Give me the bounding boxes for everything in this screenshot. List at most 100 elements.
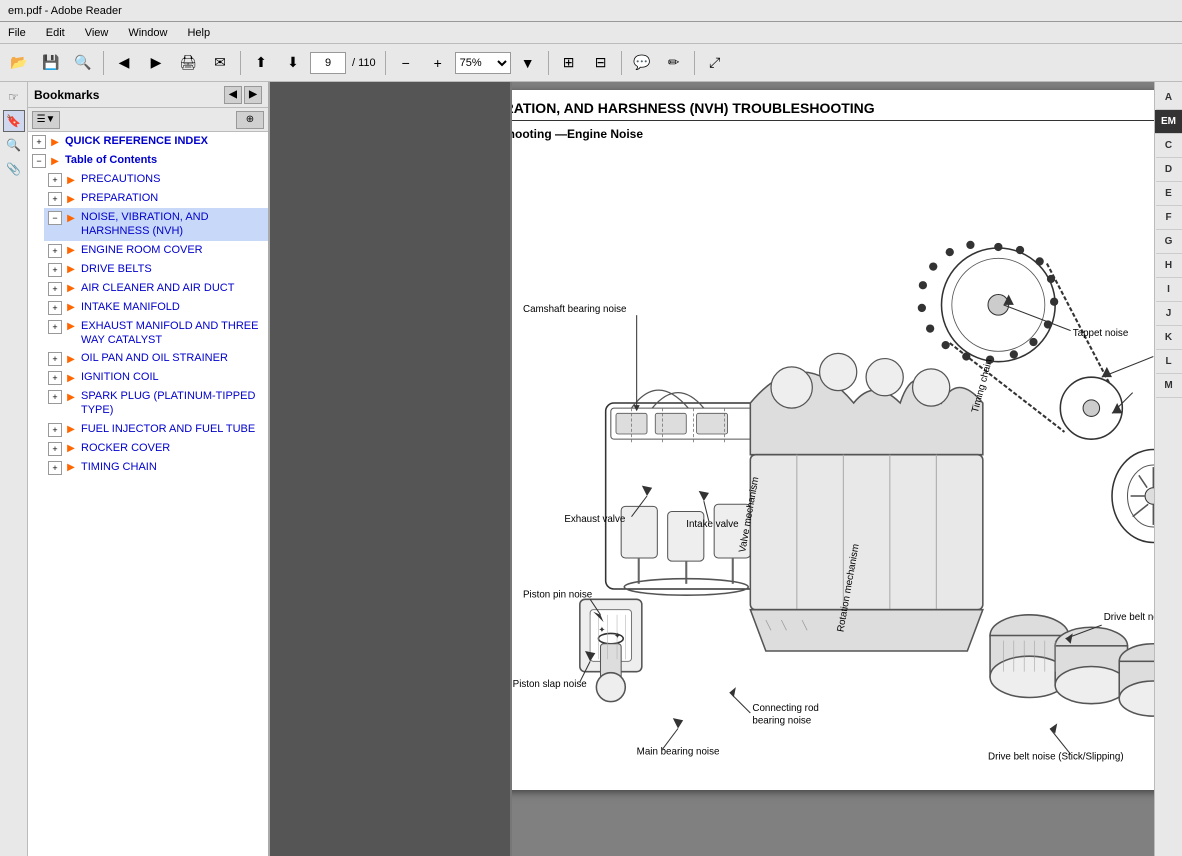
- email-button[interactable]: ✉: [205, 49, 235, 77]
- fit-page-button[interactable]: ⊞: [554, 49, 584, 77]
- bm-expand-exhaust[interactable]: +: [48, 320, 62, 334]
- bm-drive-belts[interactable]: + ▶ DRIVE BELTS: [44, 260, 268, 279]
- bm-expand-drive-belts[interactable]: +: [48, 263, 62, 277]
- tab-e[interactable]: E: [1156, 182, 1182, 206]
- bookmark-tool[interactable]: 🔖: [3, 110, 25, 132]
- zoom-dropdown-button[interactable]: ▼: [513, 49, 543, 77]
- save-button[interactable]: 💾: [36, 49, 66, 77]
- bm-label-intake: INTAKE MANIFOLD: [81, 300, 180, 314]
- bookmark-expand-button[interactable]: ⊕: [236, 111, 264, 129]
- bm-label-quick-ref: QUICK REFERENCE INDEX: [65, 134, 208, 148]
- bm-expand-intake[interactable]: +: [48, 301, 62, 315]
- open-button[interactable]: 📂: [4, 49, 34, 77]
- bm-air-cleaner[interactable]: + ▶ AIR CLEANER AND AIR DUCT: [44, 279, 268, 298]
- bm-label-oil-pan: OIL PAN AND OIL STRAINER: [81, 351, 228, 365]
- tab-a[interactable]: A: [1156, 86, 1182, 110]
- bm-expand-rocker[interactable]: +: [48, 442, 62, 456]
- tab-em[interactable]: EM: [1155, 110, 1182, 134]
- menu-help[interactable]: Help: [183, 25, 214, 41]
- bm-expand-ignition[interactable]: +: [48, 371, 62, 385]
- highlight-button[interactable]: ✏: [659, 49, 689, 77]
- bm-fuel-injector[interactable]: + ▶ FUEL INJECTOR AND FUEL TUBE: [44, 420, 268, 439]
- title-text: em.pdf - Adobe Reader: [8, 5, 122, 17]
- bookmark-nav-buttons: ◀ ▶: [224, 86, 262, 104]
- bm-rocker-cover[interactable]: + ▶ ROCKER COVER: [44, 439, 268, 458]
- next-page-button[interactable]: ⬇: [278, 49, 308, 77]
- bm-label-precautions: PRECAUTIONS: [81, 172, 160, 186]
- bm-timing-chain[interactable]: + ▶ TIMING CHAIN: [44, 458, 268, 477]
- main-area: ☞ 🔖 🔍 📎 Bookmarks ◀ ▶ ☰▼ ⊕ + ▶ QUICK REF…: [0, 82, 1182, 856]
- print-button[interactable]: 🖨: [173, 49, 203, 77]
- bm-engine-room-cover[interactable]: + ▶ ENGINE ROOM COVER: [44, 241, 268, 260]
- tab-d[interactable]: D: [1156, 158, 1182, 182]
- bm-quick-ref[interactable]: + ▶ QUICK REFERENCE INDEX: [28, 132, 268, 151]
- print-preview-button[interactable]: 🔍: [68, 49, 98, 77]
- tab-h[interactable]: H: [1156, 254, 1182, 278]
- forward-button[interactable]: ▶: [141, 49, 171, 77]
- tab-k[interactable]: K: [1156, 326, 1182, 350]
- bm-preparation[interactable]: + ▶ PREPARATION: [44, 189, 268, 208]
- bm-exhaust-manifold[interactable]: + ▶ EXHAUST MANIFOLD AND THREE WAY CATAL…: [44, 317, 268, 350]
- label-drive-belt-slip: Drive belt noise (Slipping): [1104, 612, 1154, 623]
- menu-view[interactable]: View: [81, 25, 113, 41]
- svg-text:✦: ✦: [598, 625, 605, 634]
- tab-l[interactable]: L: [1156, 350, 1182, 374]
- prev-page-button[interactable]: ⬆: [246, 49, 276, 77]
- bm-expand-timing[interactable]: +: [48, 461, 62, 475]
- attach-tool[interactable]: 📎: [3, 158, 25, 180]
- zoom-out-button[interactable]: −: [391, 49, 421, 77]
- doc-view[interactable]: NOISE, VIBRATION, AND HARSHNESS (NVH) TR…: [512, 82, 1154, 856]
- bm-expand-air-cleaner[interactable]: +: [48, 282, 62, 296]
- bm-expand-spark[interactable]: +: [48, 390, 62, 404]
- bm-expand-quick-ref[interactable]: +: [32, 135, 46, 149]
- bookmark-nav-left[interactable]: ◀: [224, 86, 242, 104]
- bm-intake-manifold[interactable]: + ▶ INTAKE MANIFOLD: [44, 298, 268, 317]
- label-main-bearing: Main bearing noise: [637, 746, 720, 757]
- bm-expand-nvh[interactable]: −: [48, 211, 62, 225]
- search-tool[interactable]: 🔍: [3, 134, 25, 156]
- zoom-select[interactable]: 50% 75% 100% 125% 150%: [455, 52, 511, 74]
- bookmark-content[interactable]: + ▶ QUICK REFERENCE INDEX − ▶ Table of C…: [28, 132, 268, 856]
- left-tools: ☞ 🔖 🔍 📎: [0, 82, 28, 856]
- bm-expand-preparation[interactable]: +: [48, 192, 62, 206]
- zoom-in-button[interactable]: +: [423, 49, 453, 77]
- bookmark-options-button[interactable]: ☰▼: [32, 111, 60, 129]
- label-camshaft: Camshaft bearing noise: [523, 304, 627, 315]
- tab-i[interactable]: I: [1156, 278, 1182, 302]
- bm-oil-pan[interactable]: + ▶ OIL PAN AND OIL STRAINER: [44, 349, 268, 368]
- bm-icon-spark: ▶: [64, 390, 78, 404]
- page-input[interactable]: 9: [310, 52, 346, 74]
- fullscreen-button[interactable]: ⤢: [700, 49, 730, 77]
- bm-spark-plug[interactable]: + ▶ SPARK PLUG (PLATINUM-TIPPED TYPE): [44, 387, 268, 420]
- bm-precautions[interactable]: + ▶ PRECAUTIONS: [44, 170, 268, 189]
- tab-c[interactable]: C: [1156, 134, 1182, 158]
- tab-g[interactable]: G: [1156, 230, 1182, 254]
- bm-icon-preparation: ▶: [64, 192, 78, 206]
- hand-tool[interactable]: ☞: [3, 86, 25, 108]
- back-button[interactable]: ◀: [109, 49, 139, 77]
- toolbar-separator-1: [103, 51, 104, 75]
- tab-f[interactable]: F: [1156, 206, 1182, 230]
- note-button[interactable]: 💬: [627, 49, 657, 77]
- toolbar-separator-6: [694, 51, 695, 75]
- title-bar: em.pdf - Adobe Reader: [0, 0, 1182, 22]
- bm-expand-toc[interactable]: −: [32, 154, 46, 168]
- tab-j[interactable]: J: [1156, 302, 1182, 326]
- bm-label-drive-belts: DRIVE BELTS: [81, 262, 152, 276]
- menu-file[interactable]: File: [4, 25, 30, 41]
- bm-expand-precautions[interactable]: +: [48, 173, 62, 187]
- toolbar-separator-4: [548, 51, 549, 75]
- bm-toc[interactable]: − ▶ Table of Contents: [28, 151, 268, 170]
- bm-ignition-coil[interactable]: + ▶ IGNITION COIL: [44, 368, 268, 387]
- menu-edit[interactable]: Edit: [42, 25, 69, 41]
- menu-window[interactable]: Window: [124, 25, 171, 41]
- bookmark-toolbar: ☰▼ ⊕: [28, 108, 268, 132]
- bookmark-nav-right[interactable]: ▶: [244, 86, 262, 104]
- fit-width-button[interactable]: ⊟: [586, 49, 616, 77]
- bm-nvh[interactable]: − ▶ NOISE, VIBRATION, AND HARSHNESS (NVH…: [44, 208, 268, 241]
- tab-m[interactable]: M: [1156, 374, 1182, 398]
- label-connecting-rod2: bearing noise: [752, 715, 811, 726]
- bm-expand-oil-pan[interactable]: +: [48, 352, 62, 366]
- bm-expand-fuel[interactable]: +: [48, 423, 62, 437]
- bm-expand-engine-room[interactable]: +: [48, 244, 62, 258]
